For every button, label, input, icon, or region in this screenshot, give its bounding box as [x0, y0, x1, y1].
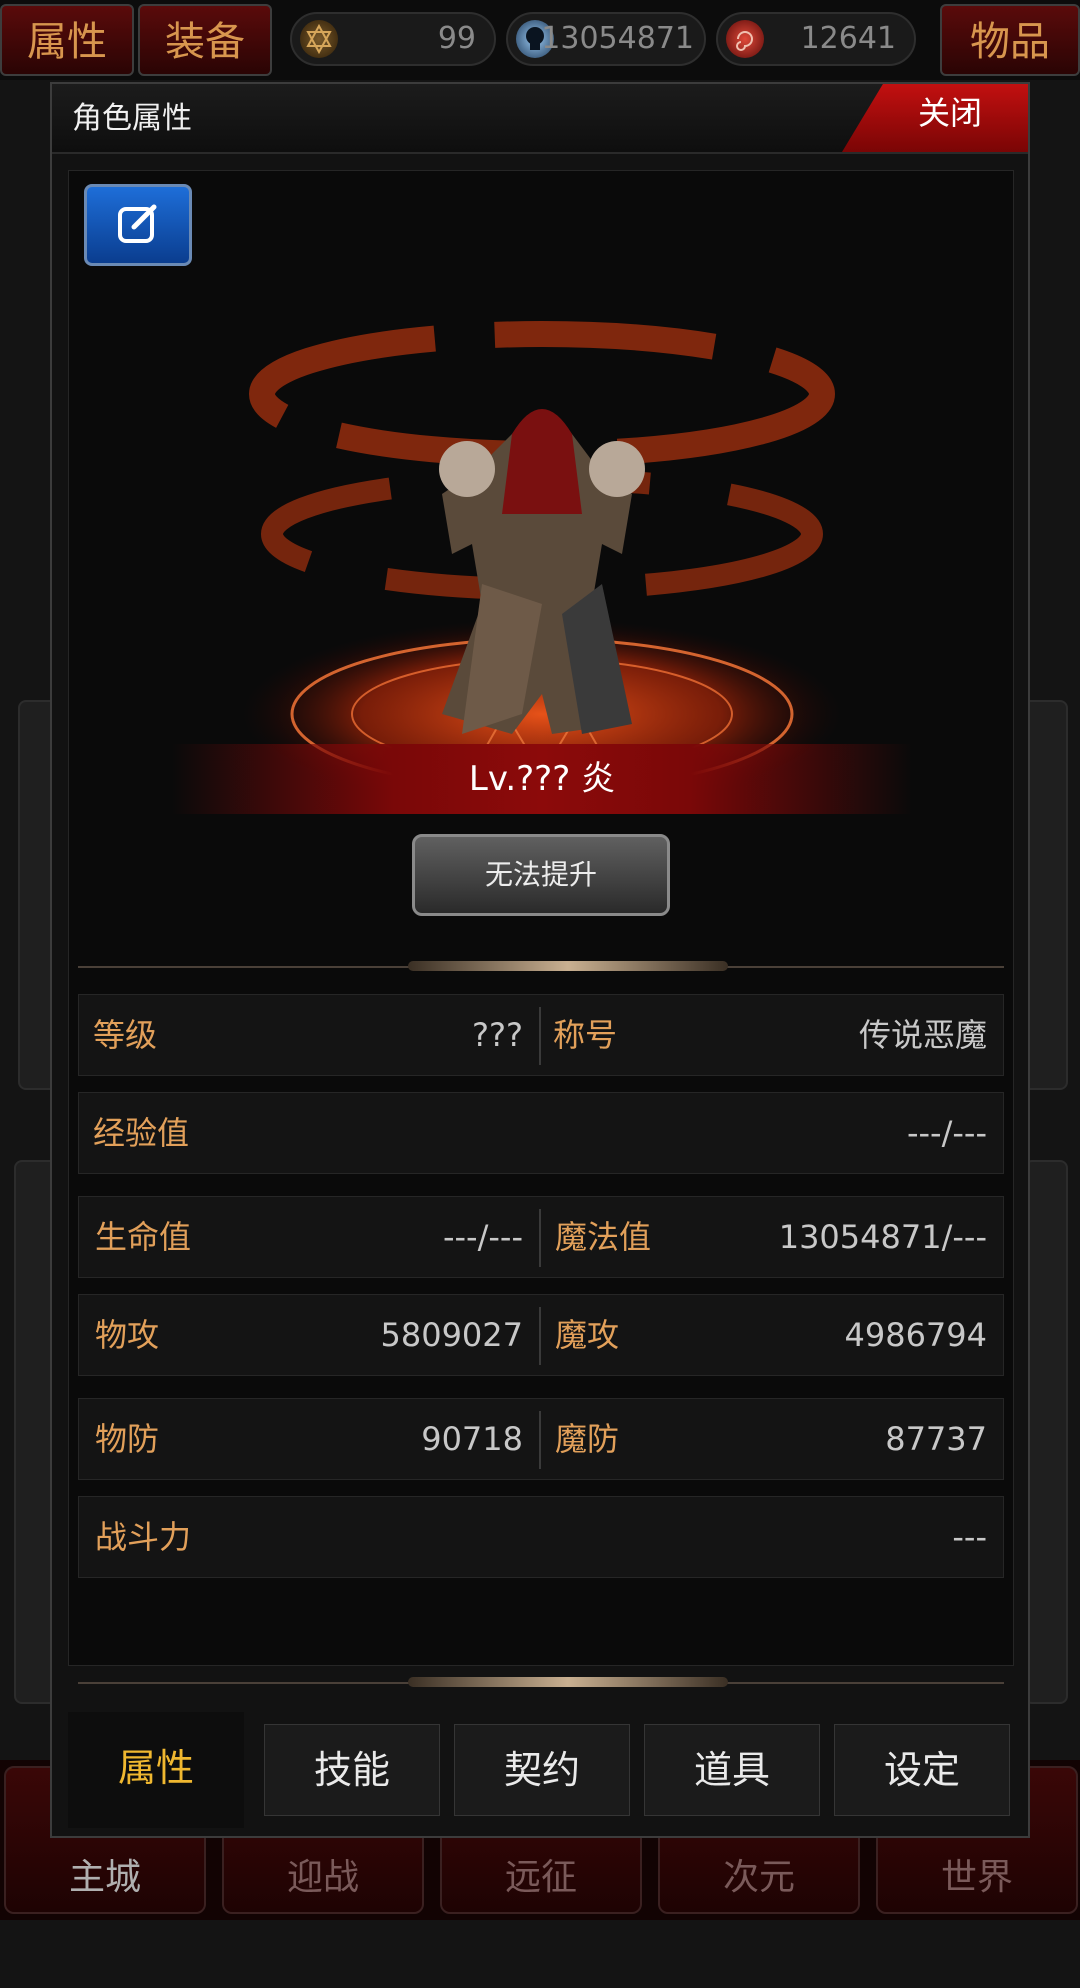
- divider-bottom: [78, 1677, 1004, 1687]
- resource-skull: 13054871: [506, 12, 706, 66]
- dialog-header: 角色属性 关闭: [52, 84, 1028, 154]
- physical-defense-value: 90718: [421, 1420, 523, 1458]
- physical-defense-label: 物防: [95, 1420, 160, 1458]
- top-bar: 属性 装备 99 13054871 12641 物品: [0, 0, 1080, 80]
- upgrade-button[interactable]: 无法提升: [412, 834, 670, 916]
- tab-attributes[interactable]: 属性: [68, 1712, 244, 1828]
- combat-power-value: ---: [952, 1518, 987, 1556]
- title-label: 称号: [553, 1016, 618, 1054]
- resource-value: 12641: [800, 21, 896, 56]
- magic-attack-value: 4986794: [844, 1316, 987, 1354]
- tab-settings[interactable]: 设定: [834, 1724, 1010, 1816]
- level-label: 等级: [93, 1016, 158, 1054]
- divider-top: [78, 961, 1004, 971]
- edit-icon: [118, 204, 157, 243]
- stat-row-exp: 经验值 ---/---: [78, 1092, 1004, 1174]
- magic-defense-label: 魔防: [555, 1420, 620, 1458]
- level-text: Lv.??? 炎: [468, 759, 616, 799]
- equipment-button[interactable]: 装备: [138, 4, 272, 76]
- combat-power-label: 战斗力: [95, 1518, 192, 1556]
- hp-value: ---/---: [442, 1218, 523, 1256]
- magic-defense-value: 87737: [885, 1420, 987, 1458]
- tab-skills[interactable]: 技能: [264, 1724, 440, 1816]
- resource-value: 13054871: [541, 21, 694, 56]
- stat-row-attack: 物攻 5809027 魔攻 4986794: [78, 1294, 1004, 1376]
- exp-label: 经验值: [93, 1114, 190, 1152]
- physical-attack-value: 5809027: [380, 1316, 523, 1354]
- stat-row-level-title: 等级 ??? 称号 传说恶魔: [78, 994, 1004, 1076]
- items-button[interactable]: 物品: [940, 4, 1080, 76]
- mp-label: 魔法值: [555, 1218, 652, 1256]
- background-list-panel-right: [1024, 1160, 1068, 1704]
- level-value: ???: [472, 1016, 523, 1054]
- attributes-button[interactable]: 属性: [0, 4, 134, 76]
- stat-row-defense: 物防 90718 魔防 87737: [78, 1398, 1004, 1480]
- hp-label: 生命值: [95, 1218, 192, 1256]
- edit-button[interactable]: [84, 184, 192, 266]
- character-attributes-dialog: 角色属性 关闭 Lv.??? 炎 无法提升 等级 ??? 称号 传说恶魔 经验值…: [50, 82, 1030, 1838]
- hexagram-icon: [300, 20, 338, 58]
- magic-attack-label: 魔攻: [555, 1316, 620, 1354]
- resource-hexagram: 99: [290, 12, 496, 66]
- exp-value: ---/---: [906, 1114, 987, 1152]
- swirl-icon: [726, 20, 764, 58]
- title-value: 传说恶魔: [858, 1016, 987, 1054]
- dialog-title: 角色属性: [72, 101, 192, 136]
- resource-swirl: 12641: [716, 12, 916, 66]
- tab-items[interactable]: 道具: [644, 1724, 820, 1816]
- physical-attack-label: 物攻: [95, 1316, 160, 1354]
- character-portrait: [182, 284, 902, 809]
- mp-value: 13054871/---: [778, 1218, 987, 1256]
- close-button[interactable]: 关闭: [842, 84, 1028, 152]
- resource-value: 99: [437, 21, 476, 56]
- stat-row-power: 战斗力 ---: [78, 1496, 1004, 1578]
- level-banner: Lv.??? 炎: [172, 744, 912, 814]
- tab-contract[interactable]: 契约: [454, 1724, 630, 1816]
- stat-row-hp-mp: 生命值 ---/--- 魔法值 13054871/---: [78, 1196, 1004, 1278]
